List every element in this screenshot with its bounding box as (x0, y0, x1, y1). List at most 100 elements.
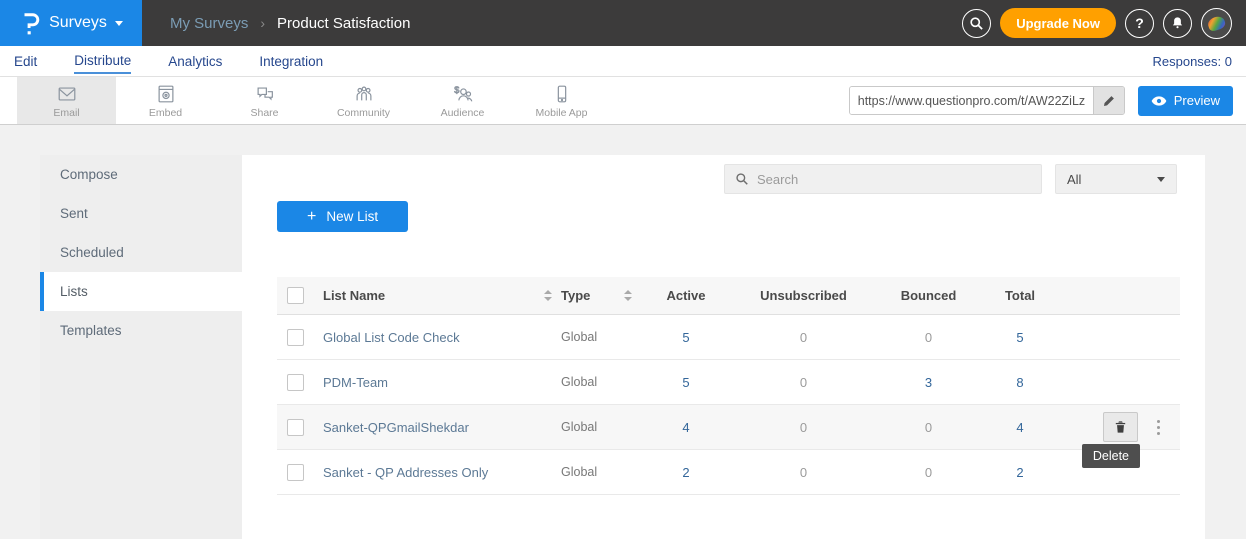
user-avatar[interactable] (1201, 8, 1232, 39)
edit-url-button[interactable] (1093, 87, 1124, 114)
bounced-count[interactable]: 3 (876, 375, 981, 390)
preview-button[interactable]: Preview (1138, 86, 1233, 116)
mobile-phone-icon (551, 83, 573, 105)
sort-type-icon[interactable] (615, 290, 641, 301)
lists-content: All + New List List Name Type Active (242, 155, 1205, 539)
active-count[interactable]: 2 (641, 465, 731, 480)
channel-share[interactable]: Share (215, 77, 314, 124)
list-search-input[interactable] (757, 172, 1031, 187)
share-bubbles-icon (254, 83, 276, 105)
active-count[interactable]: 5 (641, 330, 731, 345)
product-menu-label: Surveys (49, 14, 107, 32)
responses-count[interactable]: Responses: 0 (1153, 54, 1233, 69)
col-total: Total (981, 288, 1059, 303)
question-mark-icon: ? (1135, 15, 1144, 31)
topbar: Surveys My Surveys › Product Satisfactio… (0, 0, 1246, 46)
bell-icon (1170, 15, 1185, 31)
unsubscribed-count[interactable]: 0 (731, 465, 876, 480)
table-row: Sanket - QP Addresses Only Global 2 0 0 … (277, 450, 1180, 495)
unsubscribed-count[interactable]: 0 (731, 420, 876, 435)
survey-url-box (849, 86, 1125, 115)
tab-integration[interactable]: Integration (259, 49, 323, 73)
preview-label: Preview (1174, 93, 1220, 108)
col-type: Type (561, 288, 615, 303)
filter-selected-value: All (1067, 172, 1081, 187)
tab-distribute[interactable]: Distribute (74, 48, 131, 74)
plus-icon: + (307, 208, 316, 226)
total-count[interactable]: 8 (981, 375, 1059, 390)
active-count[interactable]: 4 (641, 420, 731, 435)
product-switcher[interactable]: Surveys (0, 0, 142, 46)
row-checkbox[interactable] (287, 374, 304, 391)
tab-edit[interactable]: Edit (14, 49, 37, 73)
bounced-count[interactable]: 0 (876, 465, 981, 480)
delete-list-button[interactable] (1103, 412, 1138, 442)
eye-icon (1151, 95, 1167, 107)
notifications-button[interactable] (1163, 9, 1192, 38)
table-row: PDM-Team Global 5 0 3 8 (277, 360, 1180, 405)
sidebar-item-templates[interactable]: Templates (40, 311, 242, 350)
breadcrumb-current: Product Satisfaction (277, 15, 410, 32)
row-menu-dots-icon[interactable] (1157, 426, 1160, 429)
new-list-button[interactable]: + New List (277, 201, 408, 232)
breadcrumb-separator-icon: › (260, 15, 265, 31)
page-background: Compose Sent Scheduled Lists Templates A… (0, 125, 1246, 539)
select-all-checkbox[interactable] (287, 287, 304, 304)
channel-mobile-app[interactable]: Mobile App (512, 77, 611, 124)
list-search-box (724, 164, 1042, 194)
global-search-button[interactable] (962, 9, 991, 38)
email-lists-card: Compose Sent Scheduled Lists Templates A… (40, 155, 1205, 539)
total-count[interactable]: 2 (981, 465, 1059, 480)
table-row-hovered: Sanket-QPGmailShekdar Global 4 0 0 4 (277, 405, 1180, 450)
tab-analytics[interactable]: Analytics (168, 49, 222, 73)
channel-label: Community (337, 107, 390, 119)
list-name-link[interactable]: Sanket - QP Addresses Only (323, 465, 535, 480)
row-checkbox[interactable] (287, 464, 304, 481)
total-count[interactable]: 4 (981, 420, 1059, 435)
audience-dollar-icon: $ (452, 83, 474, 105)
channel-audience[interactable]: $ Audience (413, 77, 512, 124)
sidebar-item-scheduled[interactable]: Scheduled (40, 233, 242, 272)
list-type: Global (561, 375, 615, 389)
total-count[interactable]: 5 (981, 330, 1059, 345)
caret-down-icon (115, 21, 123, 26)
col-list-name: List Name (323, 288, 535, 303)
sidebar-item-compose[interactable]: Compose (40, 155, 242, 194)
search-icon (969, 16, 984, 31)
community-people-icon (353, 83, 375, 105)
row-actions: Delete (1059, 405, 1180, 449)
sidebar-item-sent[interactable]: Sent (40, 194, 242, 233)
delete-tooltip: Delete (1082, 444, 1140, 468)
bounced-count[interactable]: 0 (876, 420, 981, 435)
list-name-link[interactable]: PDM-Team (323, 375, 535, 390)
bounced-count[interactable]: 0 (876, 330, 981, 345)
list-type: Global (561, 465, 615, 479)
survey-url-input[interactable] (850, 87, 1093, 114)
new-list-label: New List (326, 209, 378, 224)
channel-embed[interactable]: Embed (116, 77, 215, 124)
sidebar-item-lists[interactable]: Lists (40, 272, 242, 311)
row-checkbox[interactable] (287, 329, 304, 346)
unsubscribed-count[interactable]: 0 (731, 375, 876, 390)
filter-row: All (242, 164, 1205, 194)
list-name-link[interactable]: Sanket-QPGmailShekdar (323, 420, 535, 435)
channel-label: Mobile App (536, 107, 588, 119)
sort-list-name-icon[interactable] (535, 290, 561, 301)
distribute-channel-bar: Email Embed Share Community $ (0, 77, 1246, 125)
upgrade-now-button[interactable]: Upgrade Now (1000, 8, 1116, 38)
channel-email[interactable]: Email (17, 77, 116, 124)
channel-label: Audience (441, 107, 485, 119)
new-list-row: + New List (277, 201, 1205, 232)
list-type: Global (561, 330, 615, 344)
help-button[interactable]: ? (1125, 9, 1154, 38)
channel-community[interactable]: Community (314, 77, 413, 124)
row-checkbox[interactable] (287, 419, 304, 436)
list-filter-dropdown[interactable]: All (1055, 164, 1177, 194)
channel-label: Share (250, 107, 278, 119)
unsubscribed-count[interactable]: 0 (731, 330, 876, 345)
active-count[interactable]: 5 (641, 375, 731, 390)
list-name-link[interactable]: Global List Code Check (323, 330, 535, 345)
breadcrumb-my-surveys[interactable]: My Surveys (170, 15, 248, 32)
avatar-image (1206, 14, 1226, 32)
email-sidebar: Compose Sent Scheduled Lists Templates (40, 155, 242, 539)
